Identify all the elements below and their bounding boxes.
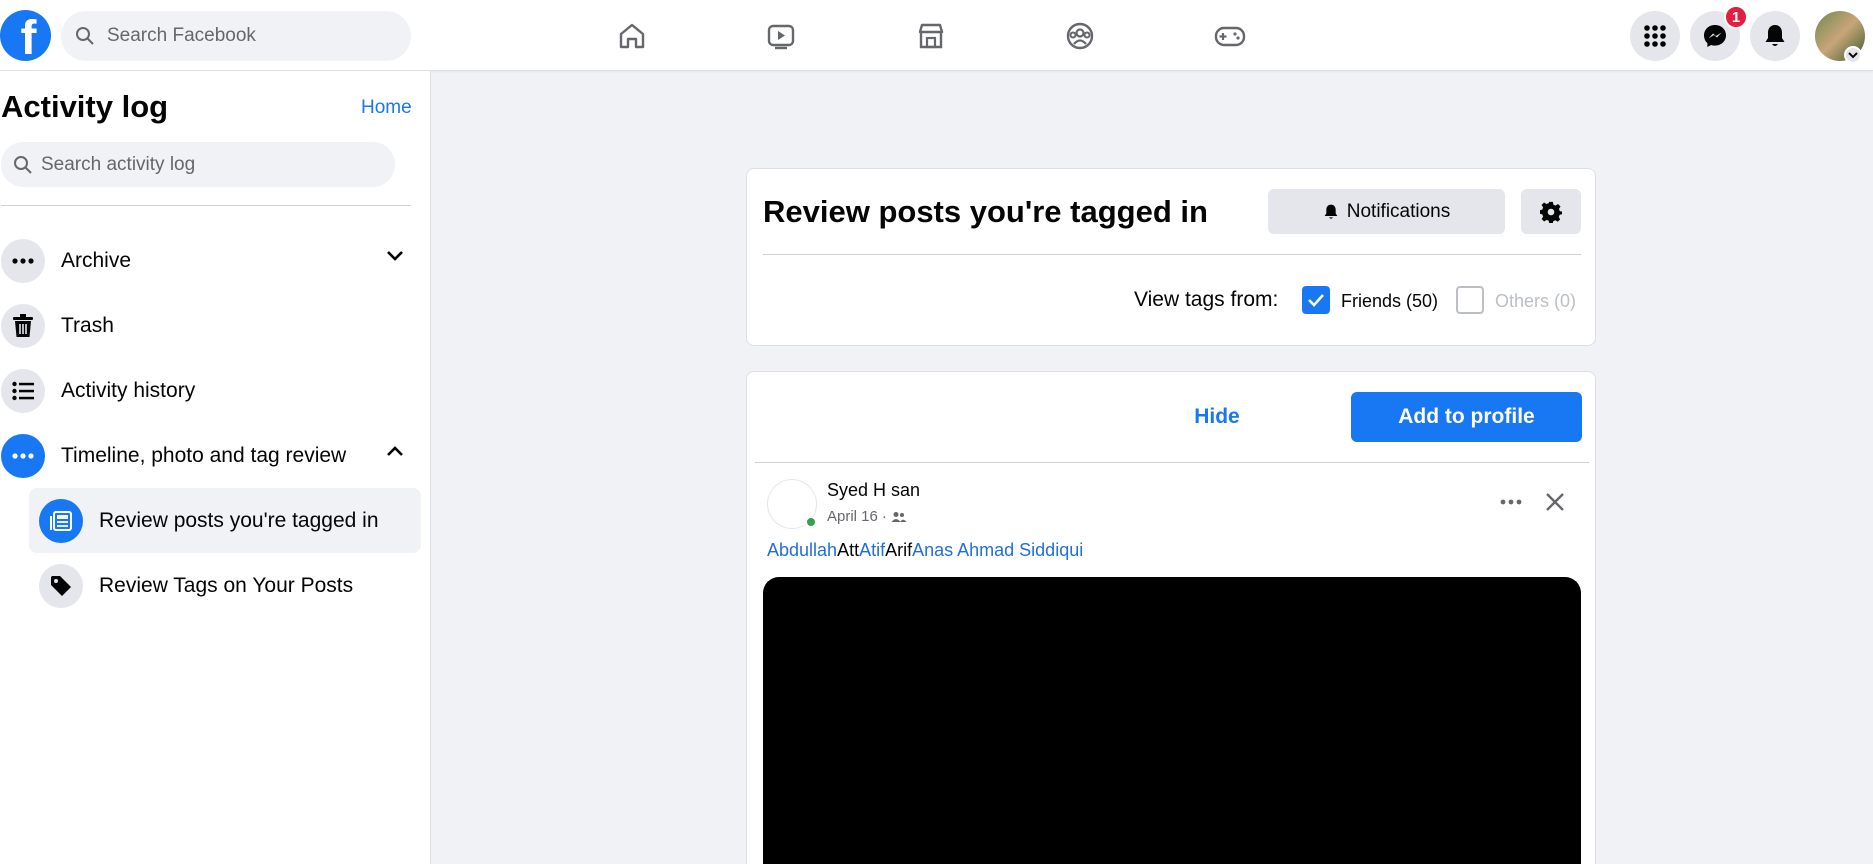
sidebar-subitem-review-tags[interactable]: Review Tags on Your Posts — [29, 553, 421, 618]
tagged-person-link[interactable]: Abdullah — [767, 540, 837, 561]
newsfeed-icon — [39, 498, 83, 543]
page-title: Review posts you're tagged in — [763, 194, 1208, 229]
tagged-text: Att — [837, 540, 860, 560]
others-filter-label[interactable]: Others (0) — [1495, 291, 1576, 312]
tag-icon — [39, 563, 83, 608]
friends-filter-label[interactable]: Friends (50) — [1341, 291, 1438, 312]
facebook-search-input[interactable]: Search Facebook — [61, 11, 411, 61]
chevron-up-icon — [387, 446, 403, 456]
checkmark-icon — [1308, 294, 1324, 307]
search-placeholder: Search Facebook — [107, 25, 256, 46]
bell-icon — [1324, 204, 1338, 219]
activity-search-placeholder: Search activity log — [41, 153, 196, 175]
grid-menu-icon — [1644, 25, 1666, 47]
gear-icon — [1540, 201, 1562, 223]
account-chevron-down-icon[interactable] — [1844, 46, 1862, 64]
view-tags-label: View tags from: — [1134, 288, 1279, 311]
sidebar-item-label: Activity history — [61, 379, 196, 402]
gaming-icon[interactable] — [1208, 14, 1252, 58]
messenger-badge: 1 — [1724, 5, 1748, 29]
sidebar-item-archive[interactable]: Archive — [0, 232, 420, 290]
others-checkbox[interactable] — [1456, 286, 1484, 314]
sidebar-item-label: Trash — [61, 314, 114, 337]
post-author-name[interactable]: Syed H san — [827, 480, 920, 501]
home-link[interactable]: Home — [361, 97, 412, 119]
list-icon — [1, 369, 45, 413]
post-close-button[interactable] — [1535, 482, 1575, 522]
top-navigation-bar: f Search Facebook 1 — [0, 0, 1873, 71]
sidebar-item-timeline-review[interactable]: Timeline, photo and tag review — [0, 427, 420, 485]
sidebar-item-label: Timeline, photo and tag review — [61, 444, 347, 467]
friends-checkbox[interactable] — [1302, 286, 1330, 314]
tagged-people: Abdullah Att Atif Arif Anas Ahmad Siddiq… — [767, 540, 1083, 561]
activity-log-sidebar: Activity log Home Search activity log Ar… — [0, 71, 431, 864]
notifications-settings-button[interactable]: Notifications — [1268, 189, 1505, 234]
add-to-profile-button[interactable]: Add to profile — [1351, 392, 1582, 442]
search-icon — [14, 155, 32, 174]
friends-audience-icon — [891, 511, 907, 522]
search-icon — [76, 27, 94, 45]
menu-button[interactable] — [1630, 11, 1680, 61]
hide-button[interactable]: Hide — [1147, 392, 1287, 442]
tagged-person-link[interactable]: Atif — [859, 540, 885, 561]
sidebar-item-label: Archive — [61, 249, 132, 272]
facebook-logo[interactable]: f — [0, 10, 51, 61]
activity-log-search-input[interactable]: Search activity log — [1, 142, 395, 187]
marketplace-icon[interactable] — [909, 14, 953, 58]
tagged-text: Arif — [885, 540, 913, 560]
card-divider — [755, 462, 1589, 463]
post-meta: April 16 · — [827, 508, 907, 525]
sidebar-subitem-label: Review Tags on Your Posts — [99, 573, 354, 597]
sidebar-subitem-label: Review posts you're tagged in — [99, 508, 379, 532]
close-icon — [1546, 493, 1564, 511]
tagged-post-card: Hide Add to profile Syed H san April 16 … — [746, 371, 1596, 864]
post-date[interactable]: April 16 — [827, 508, 878, 525]
sidebar-divider — [1, 205, 411, 206]
notifications-button[interactable] — [1750, 11, 1800, 61]
sidebar-title: Activity log — [1, 89, 169, 124]
groups-icon[interactable] — [1058, 14, 1102, 58]
settings-button[interactable] — [1521, 189, 1581, 234]
sidebar-subitem-review-posts[interactable]: Review posts you're tagged in — [29, 488, 421, 553]
messenger-button[interactable]: 1 — [1690, 5, 1748, 61]
post-options-button[interactable] — [1491, 482, 1531, 522]
online-status-indicator — [805, 516, 817, 528]
review-posts-card: Review posts you're tagged in Notificati… — [746, 168, 1596, 346]
logo-letter: f — [20, 12, 37, 62]
bell-icon — [1765, 25, 1785, 46]
tagged-person-link[interactable]: Anas Ahmad Siddiqui — [912, 540, 1083, 561]
messenger-icon — [1704, 25, 1726, 47]
sidebar-item-trash[interactable]: Trash — [0, 297, 420, 355]
post-media-video[interactable] — [763, 577, 1581, 864]
more-icon — [1500, 499, 1522, 505]
card-divider — [763, 254, 1581, 255]
home-icon[interactable] — [610, 14, 654, 58]
more-icon — [1, 239, 45, 283]
notifications-button-label: Notifications — [1346, 200, 1451, 222]
more-icon — [1, 434, 45, 478]
meta-separator: · — [881, 508, 887, 525]
sidebar-item-activity-history[interactable]: Activity history — [0, 362, 420, 420]
video-icon[interactable] — [759, 14, 803, 58]
chevron-down-icon — [387, 251, 403, 261]
trash-icon — [1, 304, 45, 348]
